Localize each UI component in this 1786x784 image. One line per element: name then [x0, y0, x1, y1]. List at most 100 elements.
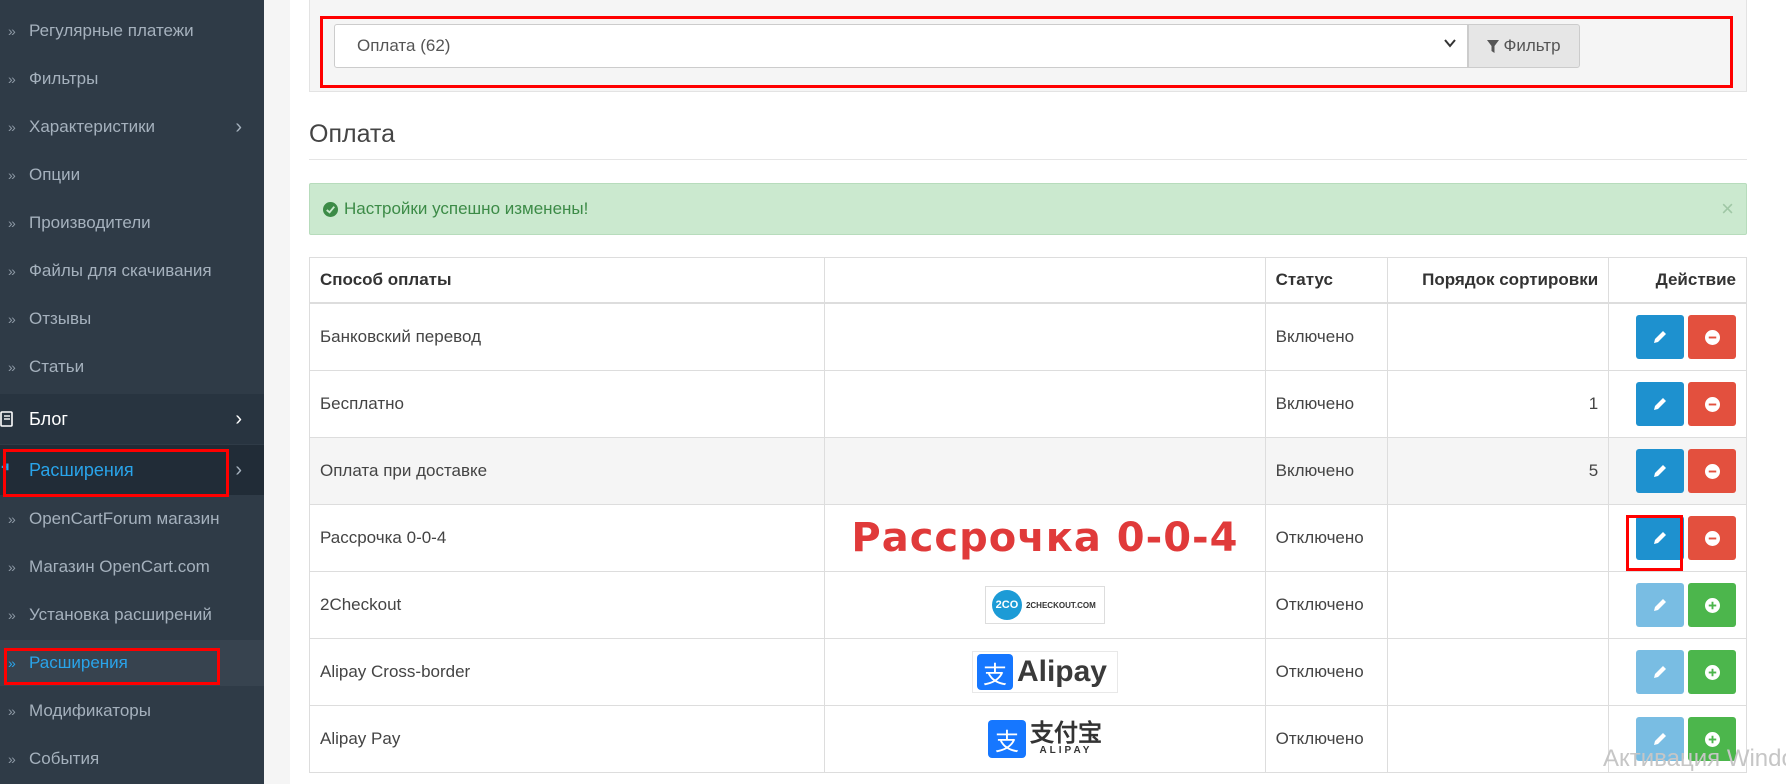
table-row: Рассрочка 0-0-4 Рассрочка 0-0-4 Отключен…: [310, 504, 1746, 571]
sidebar-subitem-opencartforum[interactable]: » OpenCartForum магазин: [0, 496, 264, 542]
payment-name: Alipay Pay: [320, 729, 401, 748]
sidebar-item-reviews[interactable]: » Отзывы: [0, 296, 264, 342]
check-circle-icon: [323, 201, 338, 217]
install-button[interactable]: [1688, 583, 1737, 627]
extension-type-select[interactable]: Оплата (62): [334, 24, 1468, 68]
row-actions: [1608, 371, 1746, 437]
alipay-mark-icon: 支: [976, 654, 1013, 690]
install-button[interactable]: [1688, 650, 1737, 694]
column-header-name[interactable]: Способ оплаты: [310, 258, 824, 302]
sidebar-item-articles[interactable]: » Статьи: [0, 344, 264, 390]
2checkout-logo: 2CO 2CHECKOUT.COM: [984, 586, 1105, 624]
sidebar-item-options[interactable]: » Опции: [0, 152, 264, 198]
sidebar-item-label: События: [29, 749, 100, 768]
sidebar: » Регулярные платежи » Фильтры » Характе…: [0, 0, 264, 784]
sidebar-item-label: Фильтры: [29, 69, 99, 88]
alipay-cn-logo: 支 支付宝 ALIPAY: [987, 718, 1102, 760]
expand-arrow-icon: ›: [235, 458, 242, 481]
plus-circle-icon: [1704, 597, 1720, 613]
uninstall-button[interactable]: [1688, 315, 1737, 359]
payment-logo: [824, 438, 1264, 504]
row-actions: [1608, 572, 1746, 638]
row-actions: [1608, 505, 1746, 571]
chevron-right-icon: »: [8, 511, 16, 527]
chevron-right-icon: »: [8, 23, 16, 39]
sidebar-item-attributes[interactable]: » Характеристики ›: [0, 104, 264, 150]
close-icon[interactable]: ×: [1721, 196, 1734, 222]
chevron-right-icon: »: [8, 655, 16, 671]
uninstall-button[interactable]: [1688, 516, 1737, 560]
payment-logo: 支 Alipay: [824, 639, 1264, 705]
payment-methods-table: Способ оплаты Статус Порядок сортировки …: [309, 257, 1747, 773]
column-header-status: Статус: [1264, 258, 1388, 302]
sidebar-item-downloads[interactable]: » Файлы для скачивания: [0, 248, 264, 294]
edit-button[interactable]: [1636, 315, 1685, 359]
payment-status: Включено: [1264, 304, 1388, 370]
sidebar-item-recurring[interactable]: » Регулярные платежи: [0, 8, 264, 54]
edit-button[interactable]: [1636, 583, 1685, 627]
sidebar-subitem-events[interactable]: » События: [0, 736, 264, 782]
chevron-right-icon: »: [8, 703, 16, 719]
expand-arrow-icon: ›: [235, 115, 242, 138]
payment-name: Alipay Cross-border: [320, 662, 471, 681]
row-actions: [1608, 438, 1746, 504]
payment-sort-order: [1387, 304, 1608, 370]
sidebar-item-filters[interactable]: » Фильтры: [0, 56, 264, 102]
sidebar-item-manufacturers[interactable]: » Производители: [0, 200, 264, 246]
sidebar-item-label: Расширения: [29, 653, 128, 672]
row-actions: [1608, 639, 1746, 705]
chevron-right-icon: »: [8, 751, 16, 767]
column-header-action: Действие: [1608, 258, 1746, 302]
edit-button[interactable]: [1636, 650, 1685, 694]
minus-circle-icon: [1704, 396, 1720, 412]
edit-button[interactable]: [1636, 382, 1685, 426]
rassrochka-logo: Рассрочка 0-0-4: [851, 515, 1239, 561]
sidebar-item-label: Статьи: [29, 357, 85, 376]
edit-button[interactable]: [1636, 449, 1685, 493]
pencil-icon: [1654, 398, 1667, 410]
payment-sort-order: [1387, 639, 1608, 705]
sidebar-subitem-opencart-store[interactable]: » Магазин OpenCart.com: [0, 544, 264, 590]
sidebar-subitem-modifications[interactable]: » Модификаторы: [0, 688, 264, 734]
uninstall-button[interactable]: [1688, 382, 1737, 426]
payment-name: Оплата при доставке: [320, 461, 488, 480]
pencil-icon: [1654, 733, 1667, 745]
2checkout-logo-text: 2CHECKOUT.COM: [1025, 600, 1096, 610]
payment-status: Отключено: [1264, 639, 1388, 705]
table-row: Банковский перевод Включено: [310, 303, 1746, 370]
sidebar-item-extensions[interactable]: Расширения ›: [0, 445, 264, 495]
payment-name: Банковский перевод: [320, 327, 481, 346]
sidebar-item-label: Регулярные платежи: [29, 21, 194, 40]
filter-button-label: Фильтр: [1503, 36, 1561, 55]
edit-button[interactable]: [1636, 516, 1685, 560]
filter-button[interactable]: Фильтр: [1468, 24, 1580, 68]
alipay-logo-text: Alipay: [1016, 655, 1107, 688]
chevron-right-icon: »: [8, 119, 16, 135]
payment-name: Рассрочка 0-0-4: [320, 528, 447, 547]
sidebar-subitem-installer[interactable]: » Установка расширений: [0, 592, 264, 638]
payment-sort-order: 5: [1387, 438, 1608, 504]
row-actions: [1608, 304, 1746, 370]
2checkout-logo-mark: 2CO: [991, 590, 1022, 620]
chevron-right-icon: »: [8, 71, 16, 87]
table-row: Бесплатно Включено 1: [310, 370, 1746, 437]
expand-arrow-icon: ›: [235, 407, 242, 430]
payment-name: 2Checkout: [320, 595, 402, 614]
payment-sort-order: 1: [1387, 371, 1608, 437]
sidebar-subitem-extensions[interactable]: » Расширения: [0, 640, 264, 686]
alert-message: Настройки успешно изменены!: [344, 199, 589, 218]
payment-status: Отключено: [1264, 505, 1388, 571]
payment-name: Бесплатно: [320, 394, 404, 413]
alipay-mark-icon: 支: [987, 720, 1026, 758]
sidebar-item-label: Файлы для скачивания: [29, 261, 212, 280]
table-header-row: Способ оплаты Статус Порядок сортировки …: [310, 258, 1746, 303]
content-gutter: [264, 0, 290, 784]
book-icon: [0, 411, 13, 427]
sidebar-item-blog[interactable]: Блог ›: [0, 394, 264, 444]
alipay-cn-wordmark: 支付宝 ALIPAY: [1030, 722, 1102, 756]
filter-panel: Оплата (62) Фильтр: [309, 0, 1747, 92]
payment-sort-order: [1387, 572, 1608, 638]
chevron-right-icon: »: [8, 359, 16, 375]
uninstall-button[interactable]: [1688, 449, 1737, 493]
payment-status: Включено: [1264, 371, 1388, 437]
